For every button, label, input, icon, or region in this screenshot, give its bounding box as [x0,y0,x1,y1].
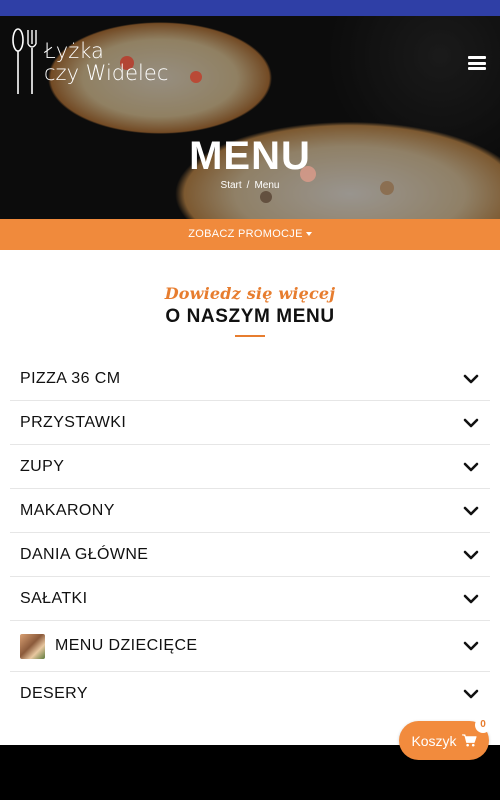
accordion-label: MENU DZIECIĘCE [55,637,198,654]
accordion-label: PIZZA 36 CM [20,369,121,387]
intro-script-text: Dowiedz się więcej [164,284,336,303]
accordion-label: SAŁATKI [20,589,88,607]
chevron-down-icon [463,462,479,471]
logo-text: Łyżka czy Widelec [44,40,168,84]
chevron-down-icon [463,506,479,515]
breadcrumb: Start / Menu [0,180,500,191]
menu-accordion: PIZZA 36 CM PRZYSTAWKI ZUPY MAKARONY DAN… [10,357,490,716]
accordion-item-dania-glowne[interactable]: DANIA GŁÓWNE [10,533,490,577]
category-thumbnail [20,633,45,659]
menu-intro: Dowiedz się więcej O NASZYM MENU [0,250,500,337]
breadcrumb-current: Menu [254,180,280,191]
breadcrumb-separator: / [246,180,250,191]
accordion-label: MAKARONY [20,501,115,519]
logo-line-1: Łyżka [44,39,104,63]
accordion-item-przystawki[interactable]: PRZYSTAWKI [10,401,490,445]
hamburger-icon[interactable] [468,56,486,70]
heading-underline [235,335,265,337]
pizza-decoration [260,191,272,203]
top-bar [0,0,500,16]
page-title: MENU [189,134,311,178]
promo-label: ZOBACZ PROMOCJE [188,228,303,240]
accordion-item-zupy[interactable]: ZUPY [10,445,490,489]
accordion-item-makarony[interactable]: MAKARONY [10,489,490,533]
hero-banner: Łyżka czy Widelec MENU Start / Menu [0,16,500,219]
logo-line-2: czy Widelec [44,61,169,85]
chevron-down-icon [463,374,479,383]
cart-button[interactable]: Koszyk 0 [399,717,491,760]
accordion-label: DESERY [20,685,88,702]
chevron-down-icon [463,418,479,427]
accordion-item-pizza[interactable]: PIZZA 36 CM [10,357,490,401]
accordion-label: DANIA GŁÓWNE [20,545,149,563]
accordion-item-menu-dzieciece[interactable]: MENU DZIECIĘCE [10,621,490,672]
chevron-down-icon [463,641,479,651]
cart-count-badge: 0 [475,717,491,733]
accordion-label: PRZYSTAWKI [20,413,127,431]
breadcrumb-start-link[interactable]: Start [221,180,242,191]
intro-heading: O NASZYM MENU [165,306,335,327]
accordion-item-salatki[interactable]: SAŁATKI [10,577,490,621]
chevron-down-icon [463,689,479,699]
promo-bar-button[interactable]: ZOBACZ PROMOCJE [0,219,500,250]
spoon-fork-logo-icon [12,28,37,94]
caret-down-icon [305,232,312,237]
cart-label: Koszyk [411,732,457,749]
cart-icon [461,734,477,747]
site-logo[interactable]: Łyżka czy Widelec [10,26,168,98]
accordion-label: ZUPY [20,457,65,475]
chevron-down-icon [463,550,479,559]
accordion-item-desery[interactable]: DESERY [10,672,490,716]
chevron-down-icon [463,594,479,603]
pizza-decoration [190,71,202,83]
